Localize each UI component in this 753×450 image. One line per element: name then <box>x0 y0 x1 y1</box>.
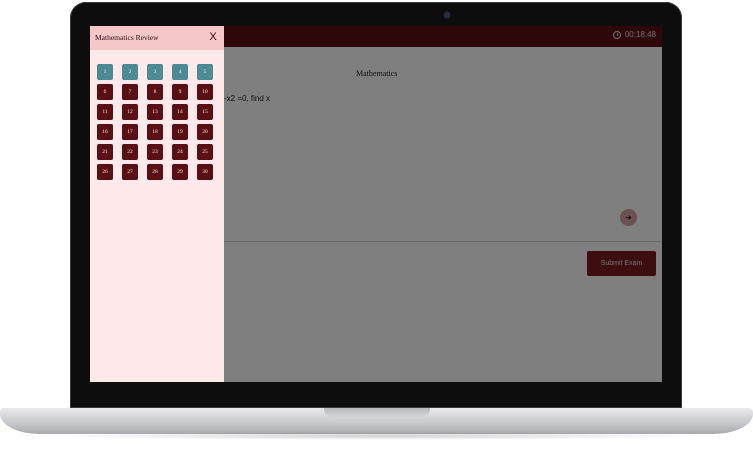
question-grid: 1 2 3 4 5 6 7 8 9 10 11 12 13 14 15 16 17 18 19 20 21 22 23 24 2… <box>97 64 217 180</box>
question-nav-button[interactable]: 5 <box>197 64 213 80</box>
question-nav-button[interactable]: 23 <box>147 144 163 160</box>
question-nav-button[interactable]: 17 <box>122 124 138 140</box>
question-nav-button[interactable]: 22 <box>122 144 138 160</box>
close-icon[interactable]: X <box>207 31 219 43</box>
review-panel: Mathematics Review X 1 2 3 4 5 6 7 8 9 10 11 12 13 14… <box>90 26 224 382</box>
question-nav-button[interactable]: 19 <box>172 124 188 140</box>
question-nav-button[interactable]: 16 <box>97 124 113 140</box>
question-nav-button[interactable]: 8 <box>147 84 163 100</box>
question-nav-button[interactable]: 2 <box>122 64 138 80</box>
question-nav-button[interactable]: 4 <box>172 64 188 80</box>
question-nav-button[interactable]: 3 <box>147 64 163 80</box>
question-nav-button[interactable]: 27 <box>122 164 138 180</box>
laptop-notch <box>324 408 430 417</box>
question-nav-button[interactable]: 29 <box>172 164 188 180</box>
question-nav-button[interactable]: 6 <box>97 84 113 100</box>
question-nav-button[interactable]: 10 <box>197 84 213 100</box>
laptop-screen: 00:18:48 Mathematics -x2 =0, find x ➜ Su… <box>90 26 662 382</box>
review-panel-header: Mathematics Review X <box>90 26 224 50</box>
question-nav-button[interactable]: 24 <box>172 144 188 160</box>
question-nav-button[interactable]: 28 <box>147 164 163 180</box>
question-nav-button[interactable]: 1 <box>97 64 113 80</box>
laptop-shadow <box>40 432 713 440</box>
question-nav-button[interactable]: 30 <box>197 164 213 180</box>
question-nav-button[interactable]: 13 <box>147 104 163 120</box>
question-nav-button[interactable]: 26 <box>97 164 113 180</box>
question-nav-button[interactable]: 20 <box>197 124 213 140</box>
camera-icon <box>444 12 450 18</box>
question-nav-button[interactable]: 21 <box>97 144 113 160</box>
question-nav-button[interactable]: 25 <box>197 144 213 160</box>
question-nav-button[interactable]: 9 <box>172 84 188 100</box>
question-nav-button[interactable]: 14 <box>172 104 188 120</box>
review-panel-title: Mathematics Review <box>95 33 159 42</box>
question-nav-button[interactable]: 7 <box>122 84 138 100</box>
question-nav-button[interactable]: 12 <box>122 104 138 120</box>
question-nav-button[interactable]: 15 <box>197 104 213 120</box>
question-nav-button[interactable]: 18 <box>147 124 163 140</box>
question-nav-button[interactable]: 11 <box>97 104 113 120</box>
